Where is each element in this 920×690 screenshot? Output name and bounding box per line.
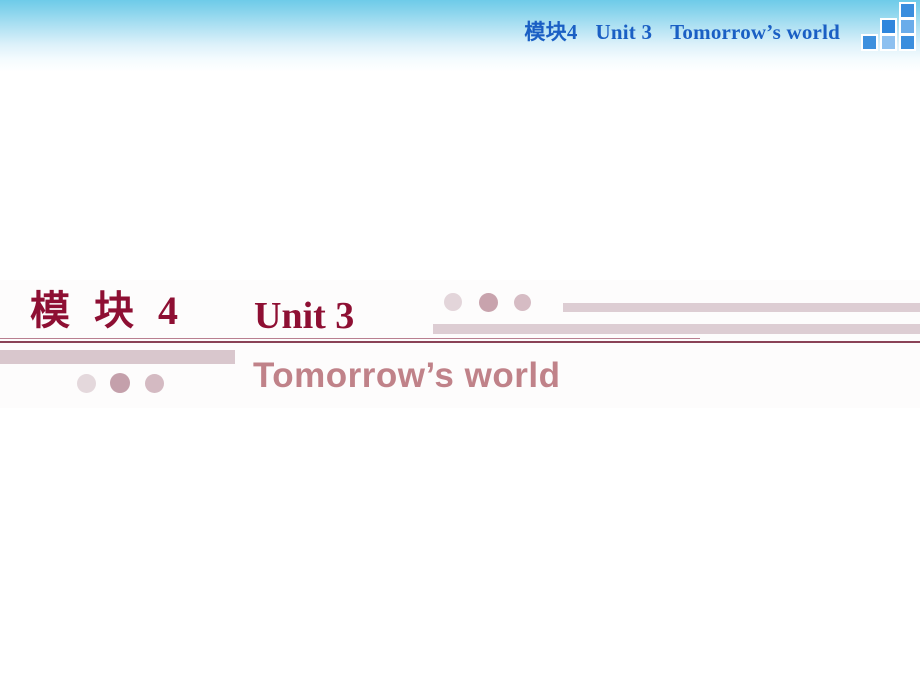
dot-upper-1 [444,293,462,311]
decorative-bar-upper-right [563,303,920,312]
square-bottom-right [899,34,916,51]
header-title-topic: Tomorrow’s world [670,20,840,44]
square-bottom-left [861,34,878,51]
decorative-bar-left [0,350,235,364]
header-decoration-squares [858,2,920,52]
header-title-unit: Unit 3 [595,20,653,44]
decorative-bar-lower-right [433,324,920,334]
header-title: 模块4 Unit 3 Tomorrow’s world [524,16,840,46]
square-mid-right [899,18,916,35]
dot-upper-2 [479,293,498,312]
dot-upper-3 [514,294,531,311]
square-bottom-center [880,34,897,51]
dot-lower-3 [145,374,164,393]
dot-lower-1 [77,374,96,393]
header-band: 模块4 Unit 3 Tomorrow’s world [0,0,920,72]
unit-subtitle: Tomorrow’s world [253,356,561,395]
decorative-rule-module [0,338,700,339]
module-title: 模 块 4 [30,288,185,333]
square-top-right [899,2,916,19]
decorative-rule-main [0,341,920,343]
presentation-slide: 模块4 Unit 3 Tomorrow’s world 模 块 4 Unit 3 T… [0,0,920,690]
header-title-module: 模块4 [524,20,578,44]
square-mid-left [880,18,897,35]
dot-lower-2 [110,373,130,393]
unit-title: Unit 3 [254,295,355,337]
